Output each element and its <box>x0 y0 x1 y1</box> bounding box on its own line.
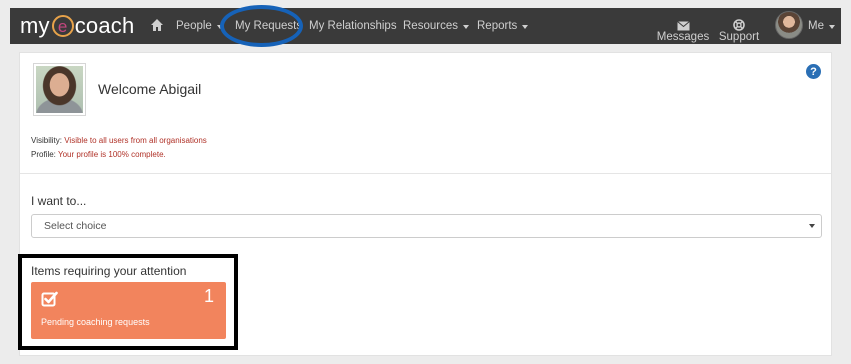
logo-suffix: coach <box>74 13 135 38</box>
help-icon[interactable]: ? <box>806 64 821 79</box>
profile-completion-line: Profile: Your profile is 100% complete. <box>31 150 166 159</box>
nav-reports[interactable]: Reports <box>477 8 529 44</box>
nav-resources[interactable]: Resources <box>403 8 469 44</box>
profile-photo <box>33 63 86 116</box>
logo-prefix: my <box>20 13 50 38</box>
nav-people-label: People <box>176 20 212 32</box>
avatar[interactable] <box>775 11 803 39</box>
logo-e-circle: e <box>51 15 74 37</box>
nav-support-label: Support <box>718 31 760 43</box>
nav-support[interactable]: Support <box>717 11 761 43</box>
chevron-down-icon <box>462 24 469 29</box>
attention-section: Items requiring your attention 1 Pending… <box>18 254 238 350</box>
divider <box>20 173 831 174</box>
i-want-to-label: I want to... <box>31 194 87 208</box>
nav-resources-label: Resources <box>403 20 458 32</box>
envelope-icon <box>676 21 690 31</box>
attention-title: Items requiring your attention <box>31 264 187 278</box>
chevron-down-icon <box>828 24 835 29</box>
profile-label: Profile: <box>31 150 56 159</box>
visibility-line: Visibility: Visible to all users from al… <box>31 136 207 145</box>
myecoach-logo[interactable]: my e coach <box>20 11 134 41</box>
welcome-heading: Welcome Abigail <box>98 81 202 97</box>
visibility-label: Visibility: <box>31 136 62 145</box>
choice-select[interactable]: Select choice <box>31 214 822 238</box>
nav-people[interactable]: People <box>176 8 223 44</box>
checkbox-check-icon <box>41 291 58 307</box>
nav-my-relationships-label: My Relationships <box>309 20 397 32</box>
caret-down-icon <box>809 224 815 228</box>
pending-label: Pending coaching requests <box>41 317 150 327</box>
nav-my-relationships[interactable]: My Relationships <box>309 8 397 44</box>
pending-requests-card[interactable]: 1 Pending coaching requests <box>31 282 226 339</box>
profile-completion-value: Your profile is 100% complete. <box>57 150 166 159</box>
nav-messages-label: Messages <box>656 31 710 43</box>
chevron-down-icon <box>522 24 529 29</box>
home-icon[interactable] <box>150 18 164 32</box>
nav-messages[interactable]: Messages <box>656 11 710 43</box>
nav-me-label: Me <box>808 20 824 32</box>
top-navbar: my e coach People My Requests My Relations… <box>10 8 841 44</box>
nav-reports-label: Reports <box>477 20 518 32</box>
lifebuoy-icon <box>733 19 745 31</box>
visibility-value: Visible to all users from all organisati… <box>64 136 207 145</box>
pending-count: 1 <box>203 286 214 306</box>
nav-me[interactable]: Me <box>808 8 835 44</box>
choice-select-value: Select choice <box>44 220 107 232</box>
highlight-oval-annotation <box>220 5 303 47</box>
